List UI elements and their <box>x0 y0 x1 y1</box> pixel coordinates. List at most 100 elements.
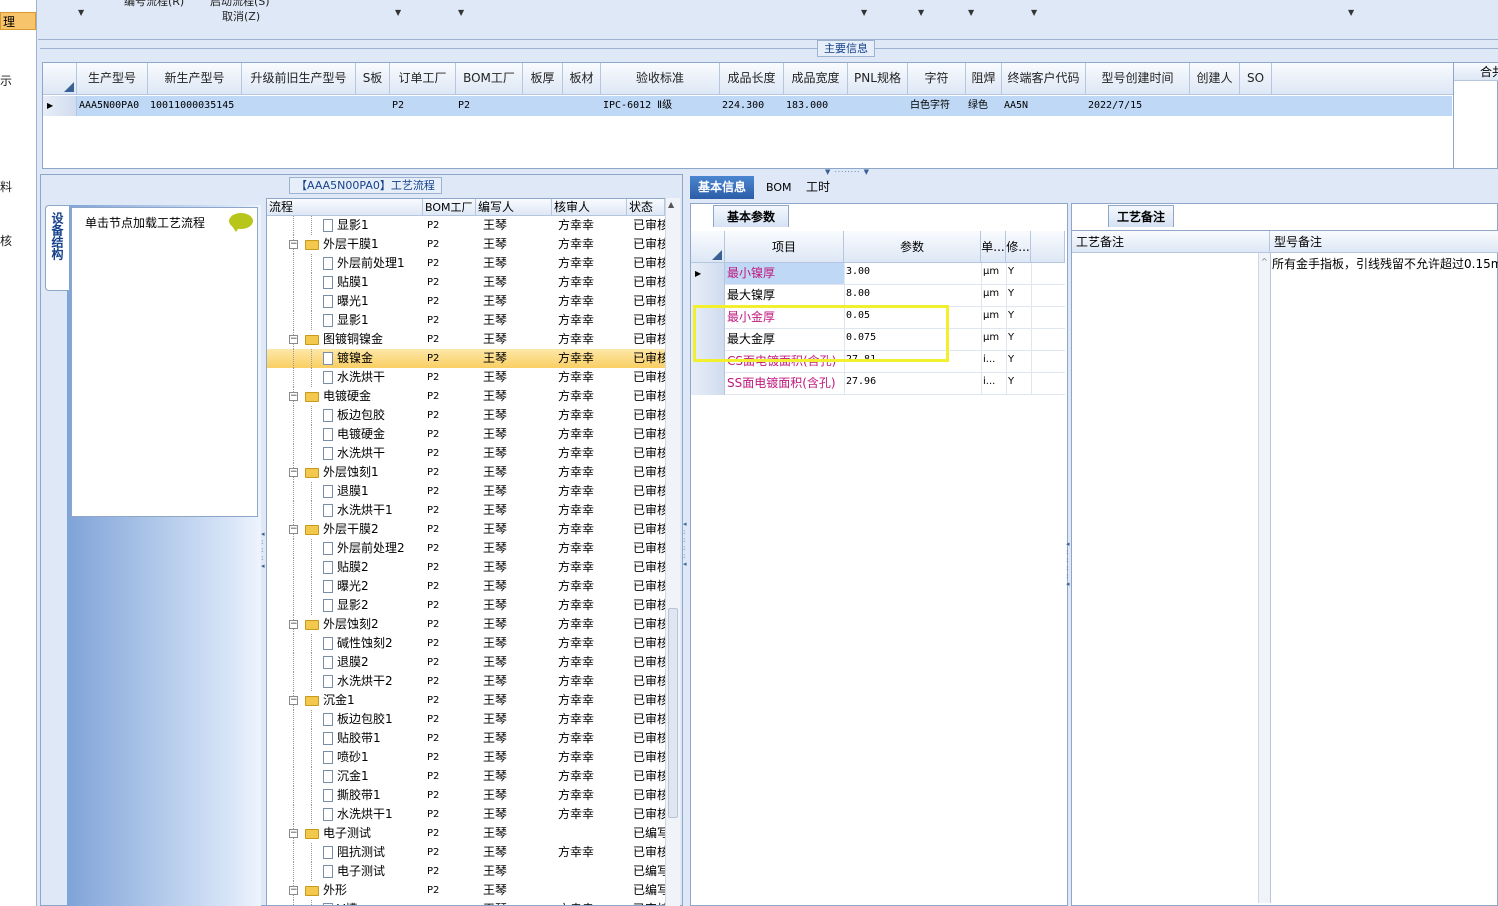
tree-row[interactable]: 显影1 P2 王琴 方幸幸 已审核 <box>267 311 665 330</box>
model-note-text[interactable]: 所有金手指板，引线残留不允许超过0.15mm <box>1272 255 1498 272</box>
tree-row[interactable]: 退膜2 P2 王琴 方幸幸 已审核 <box>267 653 665 672</box>
tree-node-label[interactable]: 贴胶带1 <box>323 729 423 748</box>
tree-row[interactable]: 外层前处理1 P2 王琴 方幸幸 已审核 <box>267 254 665 273</box>
column-header[interactable]: 验收标准 <box>601 63 720 95</box>
params-col-value[interactable]: 参数 <box>844 231 981 263</box>
tab-equipment-structure[interactable]: 设备结构 <box>45 205 69 291</box>
tree-col-status[interactable]: 状态 <box>627 199 665 216</box>
params-col-mod[interactable]: 修... <box>1006 231 1031 263</box>
column-header[interactable]: 板材 <box>563 63 601 95</box>
column-header[interactable]: 新生产型号 <box>148 63 242 95</box>
tree-row[interactable]: 碱性蚀刻2 P2 王琴 方幸幸 已审核 <box>267 634 665 653</box>
tree-row[interactable]: −外形 P2 王琴 已编写 <box>267 881 665 900</box>
tree-row[interactable]: 板边包胶 P2 王琴 方幸幸 已审核 <box>267 406 665 425</box>
tree-node-label[interactable]: 外层干膜1 <box>305 235 423 254</box>
column-header[interactable]: SO <box>1240 63 1272 95</box>
column-header[interactable]: 终端客户代码 <box>1002 63 1086 95</box>
table-cell[interactable] <box>242 96 356 116</box>
tree-node-label[interactable]: 水洗烘干 <box>323 444 423 463</box>
table-cell[interactable] <box>1190 96 1240 116</box>
table-cell[interactable] <box>563 96 601 116</box>
tree-node-label[interactable]: 外层前处理1 <box>323 254 423 273</box>
table-cell[interactable]: 绿色 <box>966 96 1002 116</box>
param-row[interactable]: 最大镍厚 8.00 μm Y <box>691 285 1065 307</box>
column-header[interactable]: 升级前旧生产型号 <box>242 63 356 95</box>
table-cell[interactable]: P2 <box>456 96 523 116</box>
tree-node-label[interactable]: 电子测试 <box>305 824 423 843</box>
tree-node-label[interactable]: 电镀硬金 <box>305 387 423 406</box>
param-item[interactable]: 最小镍厚 <box>725 263 844 284</box>
scroll-up-icon[interactable]: ▲ <box>668 200 674 209</box>
tree-node-label[interactable]: 图镀铜镍金 <box>305 330 423 349</box>
chevron-down-icon[interactable]: ▼ <box>395 8 401 17</box>
tree-row[interactable]: 曝光1 P2 王琴 方幸幸 已审核 <box>267 292 665 311</box>
tree-node-label[interactable]: 阻抗测试 <box>323 843 423 862</box>
tree-row[interactable]: 水洗烘干 P2 王琴 方幸幸 已审核 <box>267 368 665 387</box>
tree-col-writer[interactable]: 编写人 <box>476 199 552 216</box>
tree-node-label[interactable]: 外层蚀刻1 <box>305 463 423 482</box>
tree-row[interactable]: 板边包胶1 P2 王琴 方幸幸 已审核 <box>267 710 665 729</box>
tree-node-label[interactable]: 显影2 <box>323 596 423 615</box>
row-indicator-icon[interactable] <box>691 285 725 307</box>
chevron-down-icon[interactable]: ▼ <box>968 8 974 17</box>
collapse-icon[interactable]: − <box>289 335 298 344</box>
tree-node-label[interactable]: 外层蚀刻2 <box>305 615 423 634</box>
tree-node-label[interactable]: 外形 <box>305 881 423 900</box>
chevron-down-icon[interactable]: ▼ <box>1348 8 1354 17</box>
params-col-unit[interactable]: 单... <box>981 231 1006 263</box>
table-cell[interactable] <box>523 96 563 116</box>
tree-node-label[interactable]: 沉金1 <box>305 691 423 710</box>
row-indicator-icon[interactable]: ▶ <box>691 263 725 285</box>
tree-row[interactable]: 曝光2 P2 王琴 方幸幸 已审核 <box>267 577 665 596</box>
splitter-handle[interactable]: ▼ ········ ▼ <box>815 169 880 176</box>
tree-node-label[interactable]: 曝光2 <box>323 577 423 596</box>
tree-node-label[interactable]: 曝光1 <box>323 292 423 311</box>
column-header[interactable]: 创建人 <box>1190 63 1240 95</box>
tree-col-bom[interactable]: BOM工厂 <box>423 199 476 216</box>
column-header[interactable]: BOM工厂 <box>456 63 523 95</box>
table-cell[interactable]: 224.300 <box>720 96 784 116</box>
tree-node-label[interactable]: 水洗烘干 <box>323 368 423 387</box>
tree-row[interactable]: 喷砂1 P2 王琴 方幸幸 已审核 <box>267 748 665 767</box>
tree-col-reviewer[interactable]: 核审人 <box>552 199 627 216</box>
tree-scrollbar[interactable]: ▲ <box>665 198 680 906</box>
tree-row[interactable]: 水洗烘干1 P2 王琴 方幸幸 已审核 <box>267 501 665 520</box>
tree-row[interactable]: −外层蚀刻1 P2 王琴 方幸幸 已审核 <box>267 463 665 482</box>
chevron-down-icon[interactable]: ▼ <box>78 8 84 17</box>
tree-row[interactable]: −图镀铜镍金 P2 王琴 方幸幸 已审核 <box>267 330 665 349</box>
left-nav-item-selected[interactable]: 理 <box>0 12 36 30</box>
tree-row[interactable]: −电镀硬金 P2 王琴 方幸幸 已审核 <box>267 387 665 406</box>
tree-row[interactable]: 电子测试 P2 王琴 已编写 <box>267 862 665 881</box>
column-header[interactable]: PNL规格 <box>848 63 908 95</box>
tree-node-label[interactable]: 显影1 <box>323 311 423 330</box>
collapse-icon[interactable]: − <box>289 696 298 705</box>
collapse-icon[interactable]: − <box>289 240 298 249</box>
tree-node-label[interactable]: 外层干膜2 <box>305 520 423 539</box>
table-cell[interactable]: AA5N <box>1002 96 1086 116</box>
column-header[interactable]: 字符 <box>908 63 966 95</box>
column-header[interactable]: 板厚 <box>523 63 563 95</box>
tab-basic-info[interactable]: 基本信息 <box>690 176 755 199</box>
table-cell[interactable]: 白色字符 <box>908 96 966 116</box>
collapse-icon[interactable]: − <box>289 620 298 629</box>
tree-row[interactable]: −外层干膜2 P2 王琴 方幸幸 已审核 <box>267 520 665 539</box>
tree-node-label[interactable]: 退膜1 <box>323 482 423 501</box>
tree-row[interactable]: 贴胶带1 P2 王琴 方幸幸 已审核 <box>267 729 665 748</box>
collapse-icon[interactable]: − <box>289 468 298 477</box>
tree-node-label[interactable]: 镀镍金 <box>323 349 423 368</box>
tree-row[interactable]: 阻抗测试 P2 王琴 方幸幸 已审核 <box>267 843 665 862</box>
tree-node-label[interactable]: 外层前处理2 <box>323 539 423 558</box>
tree-node-label[interactable]: 电镀硬金 <box>323 425 423 444</box>
param-row[interactable]: ▶ 最小镍厚 3.00 μm Y <box>691 263 1065 285</box>
table-cell[interactable] <box>356 96 390 116</box>
tree-row[interactable]: 水洗烘干2 P2 王琴 方幸幸 已审核 <box>267 672 665 691</box>
toolbar-number-flow[interactable]: 编号流程(R) <box>124 0 184 9</box>
table-cell[interactable]: IPC-6012 Ⅱ级 <box>601 96 720 116</box>
table-cell[interactable] <box>848 96 908 116</box>
param-value[interactable]: 27.96 <box>846 376 979 387</box>
tree-node-label[interactable]: 贴膜1 <box>323 273 423 292</box>
tree-row[interactable]: 电镀硬金 P2 王琴 方幸幸 已审核 <box>267 425 665 444</box>
collapse-icon[interactable]: − <box>289 392 298 401</box>
table-cell[interactable] <box>1240 96 1272 116</box>
tree-row[interactable]: −外层蚀刻2 P2 王琴 方幸幸 已审核 <box>267 615 665 634</box>
